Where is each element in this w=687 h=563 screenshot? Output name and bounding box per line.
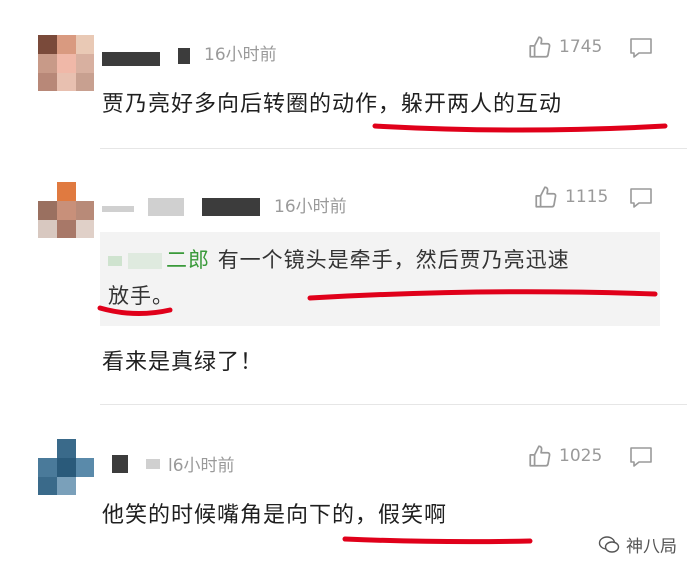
username[interactable]: [112, 455, 128, 473]
comment-2: 16小时前 1115 二郎 有一个镜头是牵手，然后贾乃亮迅速 放手。 看来是真绿…: [0, 150, 687, 405]
like-button[interactable]: 1115: [533, 184, 608, 210]
username[interactable]: [102, 206, 134, 212]
comment-text: 贾乃亮好多向后转圈的动作，躲开两人的互动: [102, 92, 563, 117]
reply-button[interactable]: [628, 36, 654, 64]
quote-line: 二郎 有一个镜头是牵手，然后贾乃亮迅速: [108, 244, 570, 274]
watermark-text: 神八局: [626, 537, 677, 557]
timestamp: l6小时前: [168, 456, 235, 476]
username[interactable]: [148, 198, 184, 216]
comment-1: 16小时前 1745 贾乃亮好多向后转圈的动作，躲开两人的互动: [0, 0, 687, 150]
reply-button[interactable]: [628, 186, 654, 214]
username[interactable]: [178, 48, 190, 64]
quote-line: 放手。: [108, 284, 174, 308]
timestamp: 16小时前: [274, 197, 347, 217]
like-count: 1115: [565, 187, 609, 207]
thumbs-up-icon: [535, 186, 557, 208]
comment-text: 看来是真绿了！: [102, 350, 264, 375]
like-button[interactable]: 1745: [527, 34, 602, 60]
speech-bubble-icon: [630, 38, 652, 58]
red-underline-annotation: [342, 536, 533, 545]
like-count: 1025: [559, 446, 603, 466]
username[interactable]: [102, 52, 160, 66]
red-underline-annotation: [372, 123, 668, 133]
reply-button[interactable]: [628, 445, 654, 473]
speech-bubble-icon: [630, 188, 652, 208]
speech-bubble-icon: [630, 447, 652, 467]
wechat-icon: [598, 535, 620, 553]
watermark: 神八局: [598, 532, 677, 557]
timestamp: 16小时前: [204, 45, 277, 65]
divider: [100, 148, 687, 149]
thumbs-up-icon: [529, 36, 551, 58]
username[interactable]: [146, 459, 160, 469]
quoted-reply[interactable]: 二郎 有一个镜头是牵手，然后贾乃亮迅速 放手。: [100, 232, 660, 326]
avatar[interactable]: [38, 35, 94, 91]
avatar[interactable]: [38, 439, 94, 495]
like-button[interactable]: 1025: [527, 443, 602, 469]
quoted-username: 二郎: [166, 248, 210, 272]
comment-text: 他笑的时候嘴角是向下的，假笑啊: [102, 503, 448, 528]
avatar[interactable]: [38, 182, 94, 238]
username[interactable]: [202, 198, 260, 216]
comment-3: l6小时前 1025 他笑的时候嘴角是向下的，假笑啊: [0, 405, 687, 563]
like-count: 1745: [559, 37, 603, 57]
thumbs-up-icon: [529, 445, 551, 467]
